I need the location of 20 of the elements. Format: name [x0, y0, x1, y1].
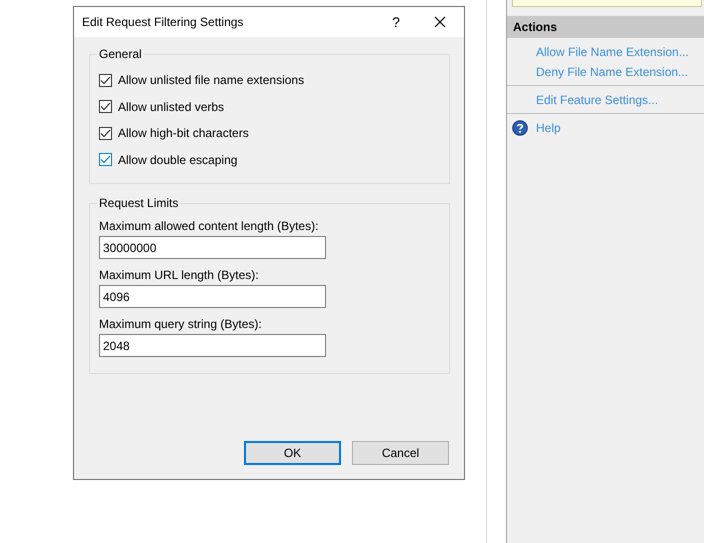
checkbox-label: Allow high-bit characters [118, 126, 249, 140]
group-title: Request Limits [98, 196, 180, 210]
help-icon [512, 120, 528, 136]
group-title: General [98, 47, 143, 61]
checkbox-label: Allow unlisted file name extensions [118, 73, 304, 88]
ok-button[interactable]: OK [244, 441, 341, 465]
input-field[interactable]: 4096 [99, 285, 326, 308]
cancel-button[interactable]: Cancel [352, 441, 449, 465]
field-label: Maximum URL length (Bytes): [99, 268, 260, 282]
checkbox-label: Allow double escaping [118, 152, 238, 167]
pane-splitter[interactable] [486, 0, 507, 543]
checkbox-label: Allow unlisted verbs [118, 100, 224, 114]
field-label: Maximum allowed content length (Bytes): [99, 219, 320, 233]
help-button[interactable]: ? [374, 7, 418, 37]
input-field[interactable]: 2048 [99, 334, 326, 357]
actions-title: Actions [513, 20, 558, 34]
window-title: Edit Request Filtering Settings [82, 15, 244, 29]
close-icon [434, 16, 446, 28]
input-field[interactable]: 30000000 [99, 236, 326, 259]
field-label: Maximum query string (Bytes): [99, 317, 263, 331]
